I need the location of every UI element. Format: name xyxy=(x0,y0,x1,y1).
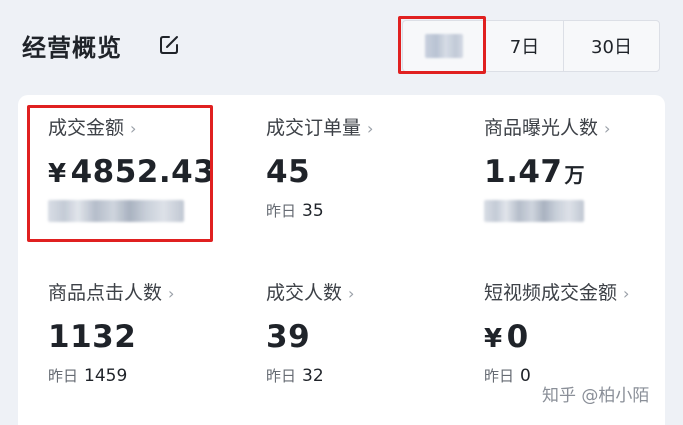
range-option-7d[interactable]: 7日 xyxy=(485,21,563,71)
metric-value: 1.47 万 xyxy=(484,154,585,190)
chevron-right-icon: › xyxy=(168,284,175,303)
chevron-right-icon: › xyxy=(130,119,137,138)
metric-clicks[interactable]: 商品点击人数 › 1132 昨日 1459 xyxy=(48,278,258,386)
range-option-redacted[interactable] xyxy=(403,21,485,71)
metric-label: 商品点击人数 › xyxy=(48,282,175,304)
watermark: 知乎 @柏小陌 xyxy=(542,386,650,406)
metric-previous: 昨日 35 xyxy=(266,201,324,221)
metric-value: ¥4852.43 xyxy=(48,154,216,190)
metric-label: 商品曝光人数 › xyxy=(484,117,611,139)
page-title: 经营概览 xyxy=(22,34,122,62)
redacted-blur xyxy=(48,200,184,222)
date-range-selector: 7日 30日 xyxy=(402,20,660,72)
chevron-right-icon: › xyxy=(623,284,630,303)
metric-video-gmv[interactable]: 短视频成交金额 › ¥0 昨日 0 xyxy=(484,278,664,386)
metric-value: 1132 xyxy=(48,319,137,355)
edit-icon[interactable] xyxy=(157,33,181,57)
redacted-blur xyxy=(425,34,463,58)
metric-exposure[interactable]: 商品曝光人数 › 1.47 万 xyxy=(484,113,683,222)
overview-header: 经营概览 7日 30日 xyxy=(0,0,683,90)
range-option-30d[interactable]: 30日 xyxy=(563,21,659,71)
metric-label: 成交人数 › xyxy=(266,282,355,304)
metric-previous: 昨日 32 xyxy=(266,366,324,386)
chevron-right-icon: › xyxy=(348,284,355,303)
metric-value: 45 xyxy=(266,154,311,190)
metric-value: 39 xyxy=(266,319,311,355)
chevron-right-icon: › xyxy=(367,119,374,138)
chevron-right-icon: › xyxy=(604,119,611,138)
metric-label: 成交金额 › xyxy=(48,117,137,139)
metric-buyers[interactable]: 成交人数 › 39 昨日 32 xyxy=(266,278,476,386)
metric-gmv[interactable]: 成交金额 › ¥4852.43 xyxy=(48,113,258,222)
redacted-blur xyxy=(484,200,584,222)
metric-label: 成交订单量 › xyxy=(266,117,374,139)
metric-value: ¥0 xyxy=(484,319,529,355)
metric-orders[interactable]: 成交订单量 › 45 昨日 35 xyxy=(266,113,476,221)
metric-previous: 昨日 1459 xyxy=(48,366,128,386)
metric-label: 短视频成交金额 › xyxy=(484,282,630,304)
metrics-card: 成交金额 › ¥4852.43 成交订单量 › 45 昨日 35 商品曝光人数 › 1.… xyxy=(18,95,665,425)
